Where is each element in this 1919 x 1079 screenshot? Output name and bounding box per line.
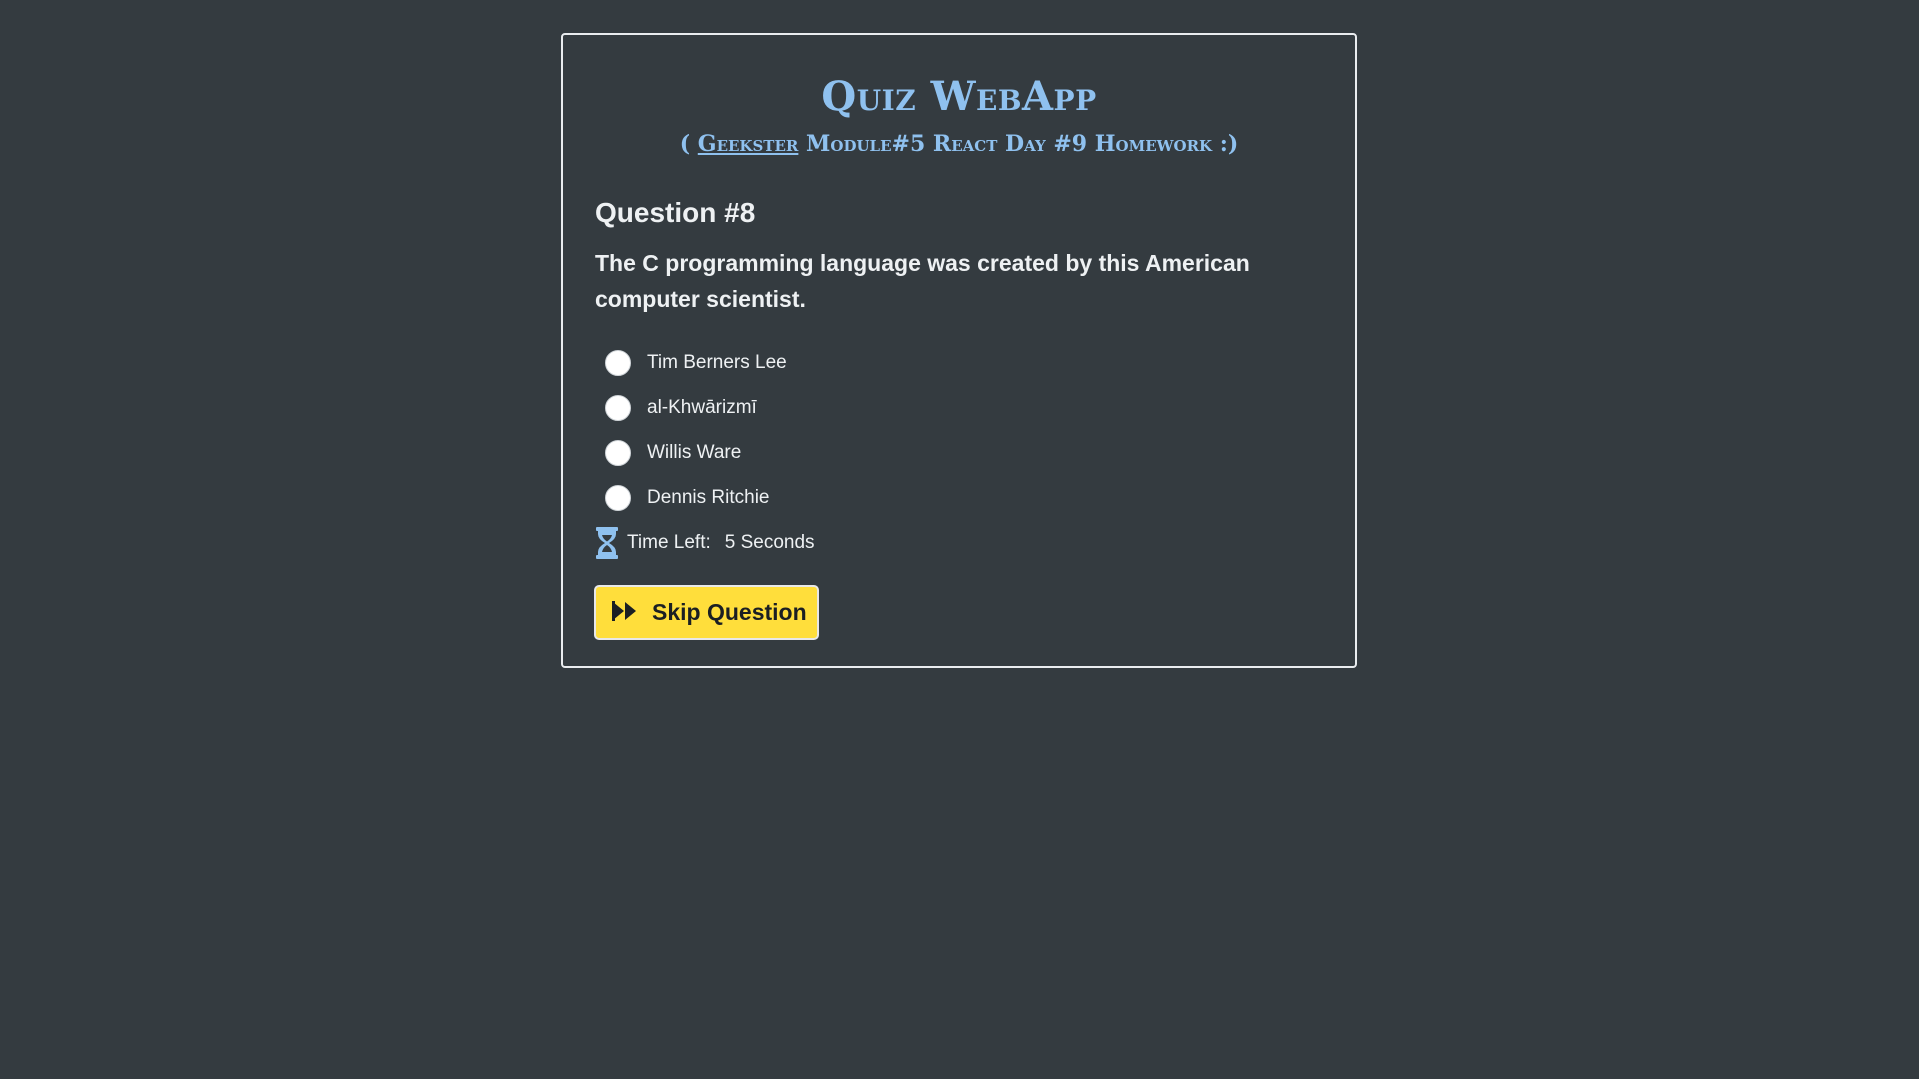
- option-label: Tim Berners Lee: [647, 351, 787, 373]
- radio-button[interactable]: [605, 439, 631, 466]
- option-label: al-Khwārizmī: [647, 396, 757, 418]
- question-text: The C programming language was created b…: [595, 250, 1250, 312]
- skip-question-button[interactable]: Skip Question: [594, 585, 819, 640]
- skip-label: Skip Question: [652, 599, 807, 625]
- app-subtitle: ( Geekster Module#5 React Day #9 Homewor…: [563, 131, 1355, 157]
- answer-options: Tim Berners Lee al-Khwārizmī Willis Ware…: [605, 340, 787, 520]
- answer-option[interactable]: al-Khwārizmī: [605, 385, 787, 430]
- radio-button[interactable]: [605, 349, 631, 376]
- answer-option[interactable]: Tim Berners Lee: [605, 340, 787, 385]
- subtitle-rest: Module#5 React Day #9 Homework :): [798, 131, 1239, 157]
- fast-forward-icon: [612, 601, 638, 624]
- timer-value: 5 Seconds: [724, 532, 815, 553]
- answer-option[interactable]: Dennis Ritchie: [605, 475, 787, 520]
- subtitle-open: (: [679, 131, 698, 157]
- answer-option[interactable]: Willis Ware: [605, 430, 787, 475]
- timer: Time Left: 5 Seconds: [595, 527, 815, 559]
- app-title: Quiz WebApp: [821, 73, 1097, 120]
- radio-button[interactable]: [605, 484, 631, 511]
- quiz-card: Quiz WebApp ( Geekster Module#5 React Da…: [561, 33, 1357, 668]
- timer-label: Time Left:: [627, 532, 711, 553]
- hourglass-icon: [595, 527, 619, 559]
- option-label: Willis Ware: [647, 441, 742, 463]
- radio-button[interactable]: [605, 394, 631, 421]
- question-heading: Question #8: [595, 197, 756, 228]
- geekster-link[interactable]: Geekster: [698, 131, 799, 157]
- option-label: Dennis Ritchie: [647, 486, 770, 508]
